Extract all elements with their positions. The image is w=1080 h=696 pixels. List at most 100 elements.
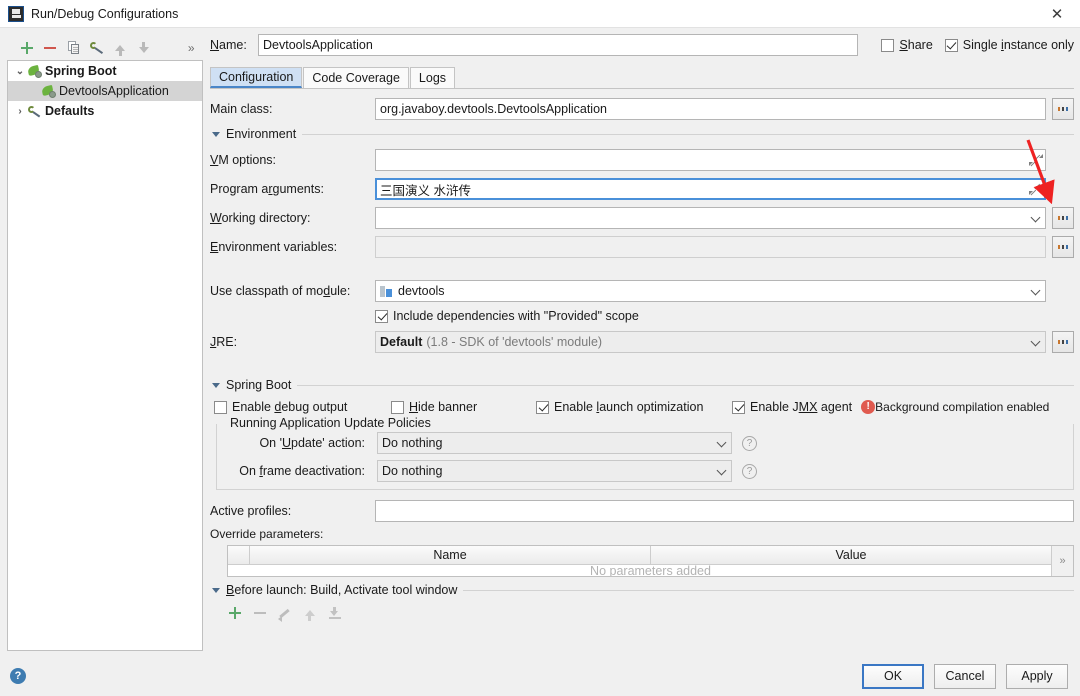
working-directory-combo[interactable]	[375, 207, 1046, 229]
include-dependencies-checkbox[interactable]: Include dependencies with "Provided" sco…	[375, 309, 639, 323]
move-down-button[interactable]	[132, 37, 155, 59]
enable-debug-output-label: Enable debug output	[232, 400, 347, 414]
chevron-down-icon[interactable]	[212, 383, 220, 388]
override-parameters-table[interactable]: Name Value » No parameters added	[227, 545, 1074, 577]
section-divider	[463, 590, 1074, 591]
section-divider	[297, 385, 1074, 386]
chevron-down-icon[interactable]	[212, 588, 220, 593]
chevron-down-icon	[1031, 337, 1041, 347]
main-class-row: Main class:	[210, 98, 1074, 120]
main-class-label: Main class:	[210, 102, 375, 116]
tree-node-spring-boot[interactable]: ⌄ Spring Boot	[8, 61, 202, 81]
configurations-panel: » ⌄ Spring Boot DevtoolsApplication › De…	[7, 35, 203, 651]
use-classpath-row: Use classpath of module: devtools	[210, 280, 1074, 302]
chevron-right-icon[interactable]: ›	[12, 106, 28, 117]
add-configuration-button[interactable]	[15, 37, 38, 59]
jre-value-detail: (1.8 - SDK of 'devtools' module)	[426, 335, 602, 349]
jre-combo[interactable]: Default (1.8 - SDK of 'devtools' module)	[375, 331, 1046, 353]
environment-variables-row: Environment variables:	[210, 236, 1074, 258]
chevron-down-icon[interactable]	[212, 132, 220, 137]
before-launch-move-up-button[interactable]	[297, 602, 322, 624]
before-launch-move-down-button[interactable]	[322, 602, 347, 624]
program-arguments-label: Program arguments:	[210, 182, 375, 196]
single-instance-only-checkbox[interactable]: Single instance only	[945, 38, 1074, 52]
table-column-value[interactable]: Value	[651, 546, 1051, 565]
checkbox-box	[881, 39, 894, 52]
before-launch-header[interactable]: Before launch: Build, Activate tool wind…	[210, 583, 1074, 597]
enable-launch-optimization-checkbox[interactable]: Enable launch optimization	[536, 400, 732, 414]
environment-variables-browse-button[interactable]	[1052, 236, 1074, 258]
table-overflow-button[interactable]: »	[1051, 546, 1073, 576]
on-frame-deactivation-label: On frame deactivation:	[225, 464, 377, 478]
checkbox-box	[732, 401, 745, 414]
on-update-action-help-icon[interactable]: ?	[742, 436, 757, 451]
remove-configuration-button[interactable]	[38, 37, 61, 59]
ellipsis-icon	[1058, 107, 1069, 111]
on-frame-deactivation-help-icon[interactable]: ?	[742, 464, 757, 479]
dialog-content: » ⌄ Spring Boot DevtoolsApplication › De…	[0, 28, 1080, 656]
on-frame-deactivation-row: On frame deactivation: Do nothing ?	[225, 460, 1065, 482]
tree-node-label: Spring Boot	[45, 64, 117, 78]
enable-jmx-agent-label: Enable JMX agent	[750, 400, 852, 414]
working-directory-browse-button[interactable]	[1052, 207, 1074, 229]
vm-options-expand-icon[interactable]	[1030, 154, 1042, 166]
program-arguments-field-host	[375, 178, 1046, 200]
name-input[interactable]	[258, 34, 858, 56]
spring-boot-icon	[42, 84, 56, 98]
module-icon	[380, 285, 393, 298]
arrow-up-icon	[115, 45, 125, 51]
hide-banner-checkbox[interactable]: Hide banner	[391, 400, 536, 414]
chevron-down-icon[interactable]: ⌄	[12, 66, 28, 77]
environment-section-header[interactable]: Environment	[210, 127, 1074, 141]
before-launch-remove-button[interactable]	[247, 602, 272, 624]
main-class-browse-button[interactable]	[1052, 98, 1074, 120]
ok-button[interactable]: OK	[862, 664, 924, 689]
main-class-input[interactable]	[375, 98, 1046, 120]
environment-variables-input[interactable]	[375, 236, 1046, 258]
jre-browse-button[interactable]	[1052, 331, 1074, 353]
active-profiles-row: Active profiles:	[210, 500, 1074, 522]
help-icon[interactable]: ?	[10, 668, 26, 684]
close-icon[interactable]: ✕	[1034, 0, 1080, 28]
vm-options-input[interactable]	[375, 149, 1046, 171]
spring-boot-section-header[interactable]: Spring Boot	[210, 378, 1074, 392]
checkbox-box	[375, 310, 388, 323]
program-arguments-expand-icon[interactable]	[1030, 183, 1042, 195]
vm-options-field-host	[375, 149, 1046, 171]
tab-code-coverage[interactable]: Code Coverage	[303, 67, 409, 88]
program-arguments-input[interactable]	[375, 178, 1046, 200]
copy-configuration-button[interactable]	[62, 37, 85, 59]
share-checkbox[interactable]: Share	[881, 38, 932, 52]
chevron-down-icon	[717, 438, 727, 448]
table-column-name[interactable]: Name	[250, 546, 651, 565]
on-update-action-label: On 'Update' action:	[225, 436, 377, 450]
jre-row: JRE: Default (1.8 - SDK of 'devtools' mo…	[210, 331, 1074, 353]
on-update-action-combo[interactable]: Do nothing	[377, 432, 732, 454]
move-up-button[interactable]	[109, 37, 132, 59]
tab-logs[interactable]: Logs	[410, 67, 455, 88]
jre-value: Default	[380, 335, 422, 349]
on-frame-deactivation-combo[interactable]: Do nothing	[377, 460, 732, 482]
toolbar-overflow-button[interactable]: »	[180, 37, 203, 59]
edit-defaults-button[interactable]	[85, 37, 108, 59]
enable-jmx-agent-checkbox[interactable]: Enable JMX agent	[732, 400, 852, 414]
enable-debug-output-checkbox[interactable]: Enable debug output	[214, 400, 391, 414]
table-row-handle-column	[228, 546, 250, 565]
tree-node-defaults[interactable]: › Defaults	[8, 101, 202, 121]
active-profiles-input[interactable]	[375, 500, 1074, 522]
spring-boot-options-row: Enable debug output Hide banner Enable l…	[214, 400, 1074, 414]
tree-toolbar: »	[7, 35, 203, 60]
chevron-down-icon	[1031, 286, 1041, 296]
tree-node-label: Defaults	[45, 104, 94, 118]
configurations-tree[interactable]: ⌄ Spring Boot DevtoolsApplication › Defa…	[7, 60, 203, 651]
use-classpath-combo[interactable]: devtools	[375, 280, 1046, 302]
apply-button[interactable]: Apply	[1006, 664, 1068, 689]
tab-configuration[interactable]: Configuration	[210, 67, 302, 88]
checkbox-box	[945, 39, 958, 52]
before-launch-section: Before launch: Build, Activate tool wind…	[210, 583, 1074, 624]
cancel-button[interactable]: Cancel	[934, 664, 996, 689]
before-launch-add-button[interactable]	[222, 602, 247, 624]
tree-node-devtoolsapplication[interactable]: DevtoolsApplication	[8, 81, 202, 101]
checkbox-box	[391, 401, 404, 414]
before-launch-edit-button[interactable]	[272, 602, 297, 624]
